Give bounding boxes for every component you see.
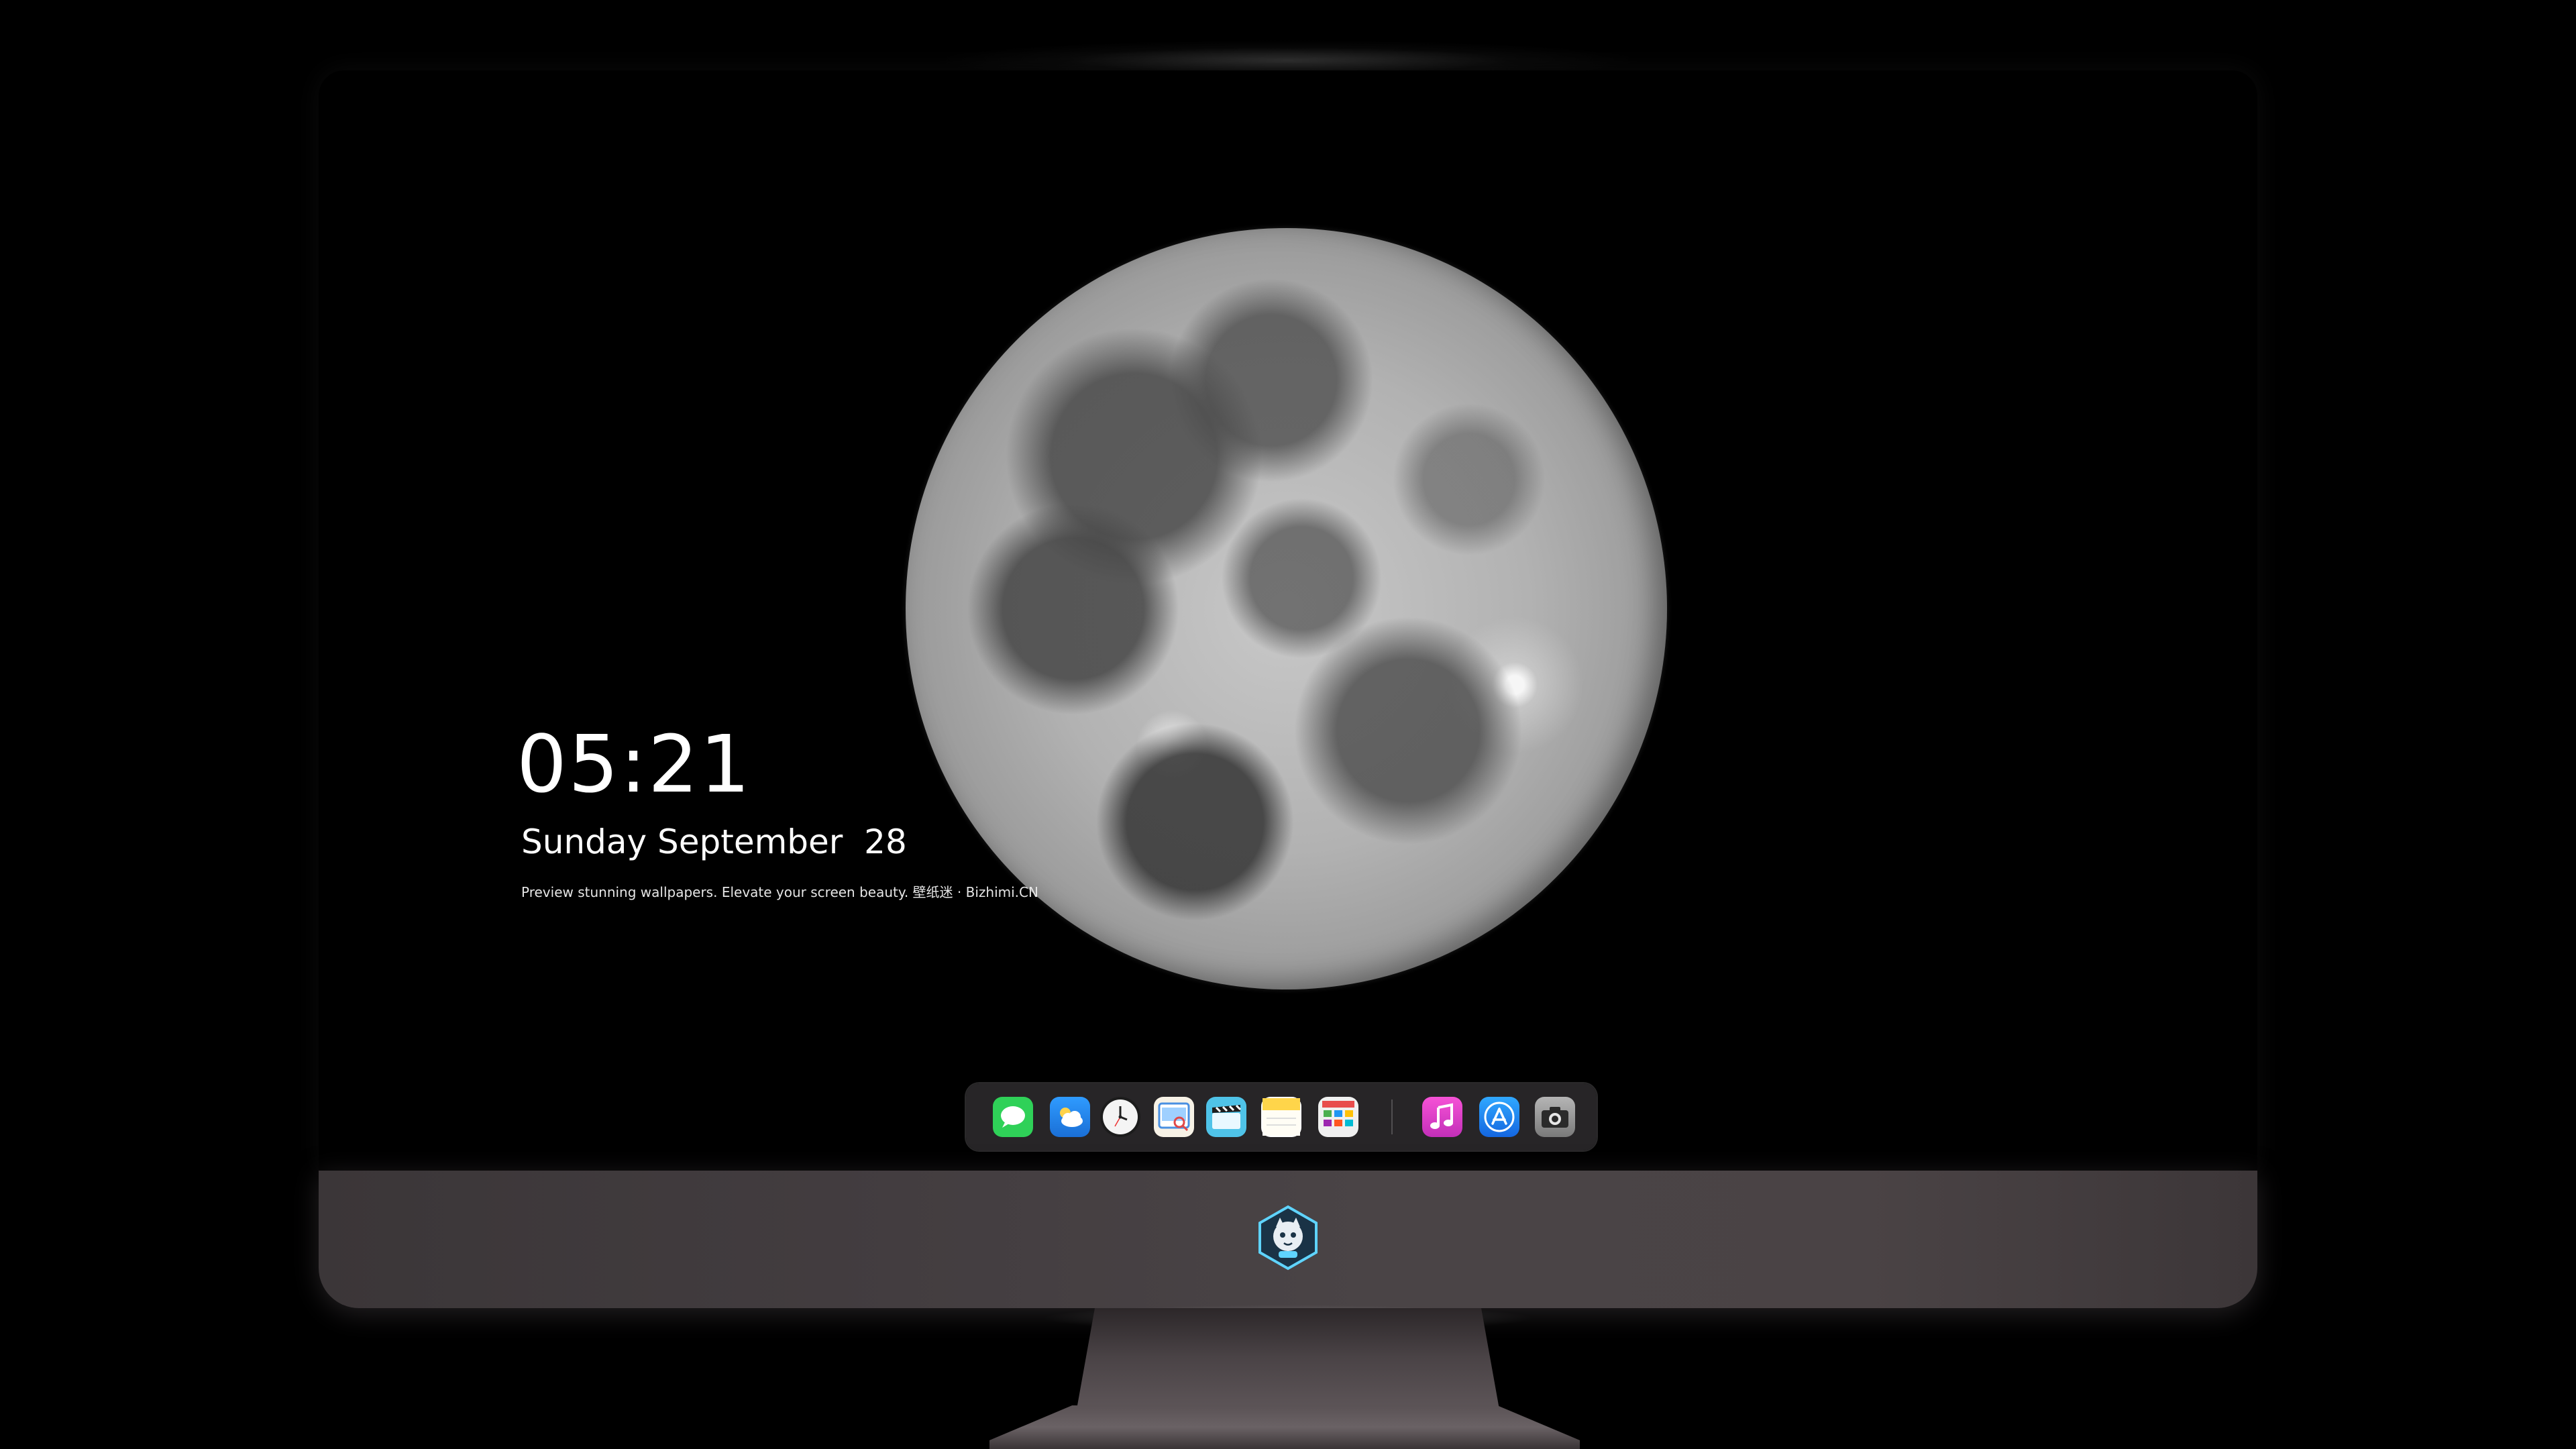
app-store-icon (1484, 1102, 1515, 1132)
lockscreen-date: Sunday September 28 (521, 822, 907, 861)
dock-separator (1391, 1099, 1393, 1134)
music-app-icon[interactable] (1422, 1097, 1462, 1137)
monitor-chin (319, 1171, 2257, 1308)
preview-app-icon[interactable] (1154, 1097, 1194, 1137)
clips-app-icon[interactable] (1206, 1097, 1246, 1137)
grid-calendar-icon (1322, 1101, 1354, 1126)
brand-logo-icon (1258, 1205, 1318, 1271)
notes-app-icon[interactable] (1261, 1097, 1301, 1137)
chat-bubble-icon (1001, 1106, 1025, 1128)
cloud-icon (1060, 1108, 1083, 1127)
clock-app-icon[interactable] (1100, 1097, 1140, 1137)
desktop-scene: 05:21 Sunday September 28 Preview stunni… (0, 0, 2576, 1449)
app-store-app-icon[interactable] (1479, 1097, 1519, 1137)
lockscreen-time: 05:21 (517, 718, 752, 810)
music-note-icon (1430, 1103, 1453, 1129)
monitor: 05:21 Sunday September 28 Preview stunni… (319, 70, 2257, 1308)
screen: 05:21 Sunday September 28 Preview stunni… (319, 70, 2257, 1171)
photo-viewer-icon (1158, 1102, 1190, 1132)
camera-app-icon[interactable] (1535, 1097, 1575, 1137)
weather-app-icon[interactable] (1050, 1097, 1090, 1137)
calendar-app-icon[interactable] (1318, 1097, 1358, 1137)
monitor-stand-base (989, 1405, 1580, 1449)
dock (966, 1083, 1597, 1150)
camera-icon (1542, 1107, 1568, 1128)
moon-wallpaper (906, 228, 1667, 989)
clapperboard-icon (1212, 1104, 1242, 1129)
messages-app-icon[interactable] (993, 1097, 1033, 1137)
notepad-icon (1263, 1098, 1300, 1136)
clock-icon (1103, 1099, 1138, 1134)
lockscreen-tagline: Preview stunning wallpapers. Elevate you… (521, 884, 1038, 900)
